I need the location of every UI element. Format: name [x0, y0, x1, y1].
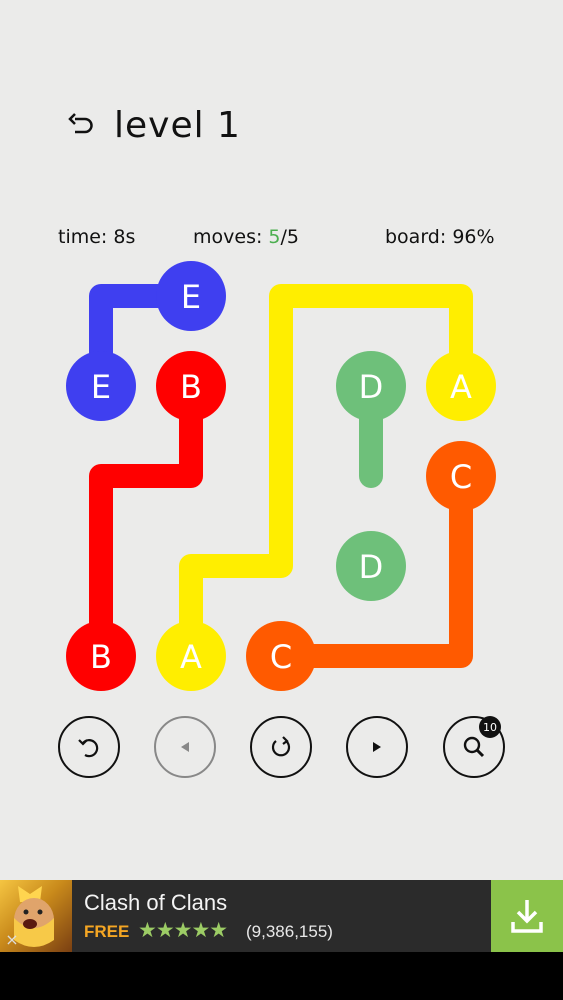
level-header: level 1 — [66, 100, 241, 150]
path-b[interactable] — [89, 374, 203, 668]
system-nav-bar — [0, 952, 563, 1000]
ad-price: FREE — [84, 922, 130, 941]
control-bar: 10 — [0, 716, 563, 782]
dot-b[interactable]: B — [156, 351, 226, 421]
time-value: 8s — [113, 226, 136, 248]
download-icon — [511, 900, 543, 933]
dot-label: A — [450, 368, 472, 406]
hint-button[interactable]: 10 — [443, 716, 505, 778]
dot-label: E — [91, 368, 111, 406]
moves-current: 5 — [268, 226, 281, 248]
time-stat: time: 8s — [58, 226, 135, 248]
hint-count-badge: 10 — [479, 716, 501, 738]
dot-label: A — [180, 638, 202, 676]
ad-rating-stars: ★★★★★ — [138, 918, 228, 942]
dot-label: E — [181, 278, 201, 316]
ad-close-button[interactable]: × — [2, 930, 22, 950]
restart-button[interactable] — [250, 716, 312, 778]
board-value: 96% — [452, 226, 495, 248]
previous-level-button[interactable] — [154, 716, 216, 778]
dot-label: C — [270, 638, 292, 676]
dot-d[interactable]: D — [336, 351, 406, 421]
next-level-icon — [373, 742, 381, 752]
dot-label: D — [359, 548, 384, 586]
next-level-button[interactable] — [346, 716, 408, 778]
dot-label: B — [90, 638, 112, 676]
path-a[interactable] — [179, 284, 473, 668]
board-stat: board: 96% — [385, 226, 495, 248]
dot-e[interactable]: E — [66, 351, 136, 421]
undo-arrow-icon[interactable] — [66, 110, 96, 140]
game-board[interactable]: E E B D A C D B A C — [56, 251, 506, 701]
stats-bar: time: 8s moves: 5/5 board: 96% — [0, 226, 563, 254]
undo-button[interactable] — [58, 716, 120, 778]
ad-app-thumbnail[interactable]: × — [0, 880, 72, 952]
dot-c[interactable]: C — [426, 441, 496, 511]
ad-title[interactable]: Clash of Clans — [84, 890, 227, 916]
ad-banner[interactable]: × Clash of Clans FREE ★★★★★ (9,386,155) — [0, 880, 563, 952]
board-canvas[interactable]: E E B D A C D B A C — [56, 251, 506, 701]
dot-label: C — [450, 458, 472, 496]
dot-e[interactable]: E — [156, 261, 226, 331]
ad-download-button[interactable] — [491, 880, 563, 952]
time-label: time: — [58, 226, 108, 248]
previous-level-icon — [181, 742, 189, 752]
moves-stat: moves: 5/5 — [193, 226, 299, 248]
dot-b[interactable]: B — [66, 621, 136, 691]
level-title: level 1 — [114, 104, 241, 146]
dot-label: B — [180, 368, 202, 406]
restart-icon — [271, 736, 291, 757]
dot-a[interactable]: A — [156, 621, 226, 691]
dot-label: D — [359, 368, 384, 406]
moves-label: moves: — [193, 226, 263, 248]
undo-icon — [78, 739, 99, 758]
moves-total: /5 — [280, 226, 300, 248]
dot-c[interactable]: C — [246, 621, 316, 691]
ad-review-count: (9,386,155) — [246, 922, 333, 941]
dot-d[interactable]: D — [336, 531, 406, 601]
dot-a[interactable]: A — [426, 351, 496, 421]
board-label: board: — [385, 226, 447, 248]
